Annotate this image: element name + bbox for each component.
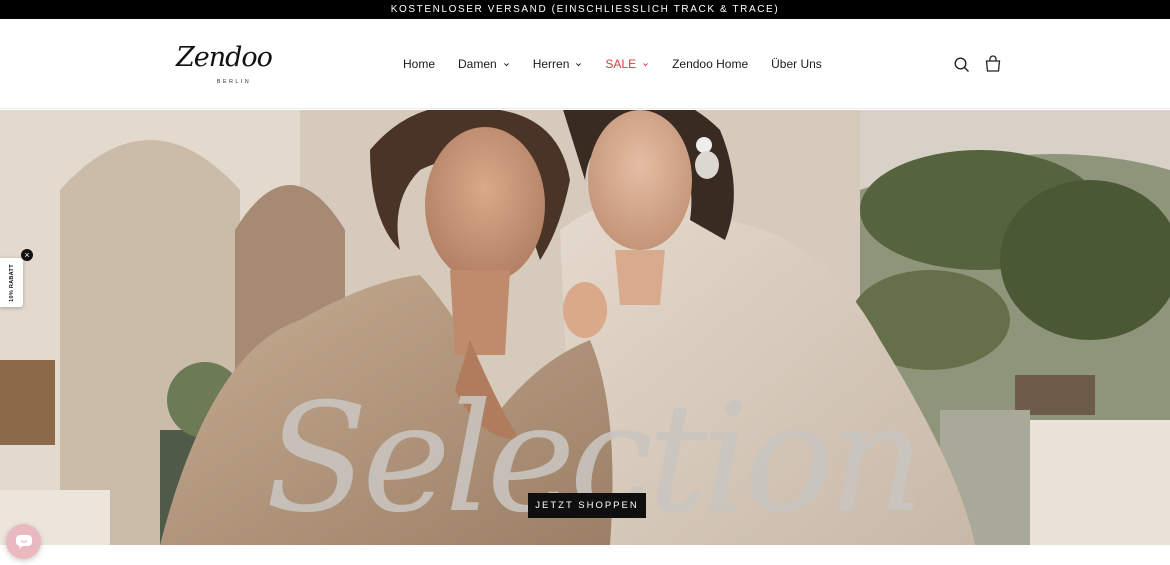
chevron-down-icon xyxy=(643,62,648,66)
nav-label: Damen xyxy=(458,57,497,71)
logo-subline: BERLIN xyxy=(216,79,252,85)
hero-banner: Selection JETZT SHOPPEN xyxy=(0,110,1170,545)
main-nav: Home Damen Herren SALE Zendoo Home Über … xyxy=(391,52,845,76)
site-header: Zendoo BERLIN Home Damen Herren SALE Zen… xyxy=(0,19,1170,109)
nav-herren[interactable]: Herren xyxy=(533,52,583,76)
nav-ueber-uns[interactable]: Über Uns xyxy=(771,52,822,76)
shop-now-button[interactable]: JETZT SHOPPEN xyxy=(528,493,646,518)
nav-label: Zendoo Home xyxy=(672,57,749,71)
nav-sale[interactable]: SALE xyxy=(605,52,649,76)
nav-label: Herren xyxy=(532,57,570,71)
hero-image: Selection xyxy=(0,110,1170,545)
chat-icon xyxy=(15,534,32,549)
chat-button[interactable] xyxy=(6,524,41,559)
nav-damen[interactable]: Damen xyxy=(458,52,510,76)
close-icon[interactable]: × xyxy=(21,249,33,261)
announcement-text: KOSTENLOSER VERSAND (EINSCHLIESSLICH TRA… xyxy=(390,4,780,15)
discount-tab[interactable]: 10% RABATT xyxy=(0,258,23,307)
chevron-down-icon xyxy=(503,62,509,66)
nav-label: Home xyxy=(403,57,436,71)
announcement-bar: KOSTENLOSER VERSAND (EINSCHLIESSLICH TRA… xyxy=(0,0,1170,19)
logo[interactable]: Zendoo BERLIN xyxy=(176,39,273,91)
nav-home[interactable]: Home xyxy=(403,52,435,76)
nav-label: Über Uns xyxy=(771,57,822,71)
cart-icon[interactable] xyxy=(983,54,1003,74)
logo-wordmark: Zendoo xyxy=(176,42,273,73)
search-icon[interactable] xyxy=(952,55,972,75)
chevron-down-icon xyxy=(576,62,582,66)
discount-label: 10% RABATT xyxy=(9,264,15,302)
nav-zendoo-home[interactable]: Zendoo Home xyxy=(672,52,748,76)
hero-script-text: Selection xyxy=(265,372,918,545)
nav-label: SALE xyxy=(605,57,637,71)
